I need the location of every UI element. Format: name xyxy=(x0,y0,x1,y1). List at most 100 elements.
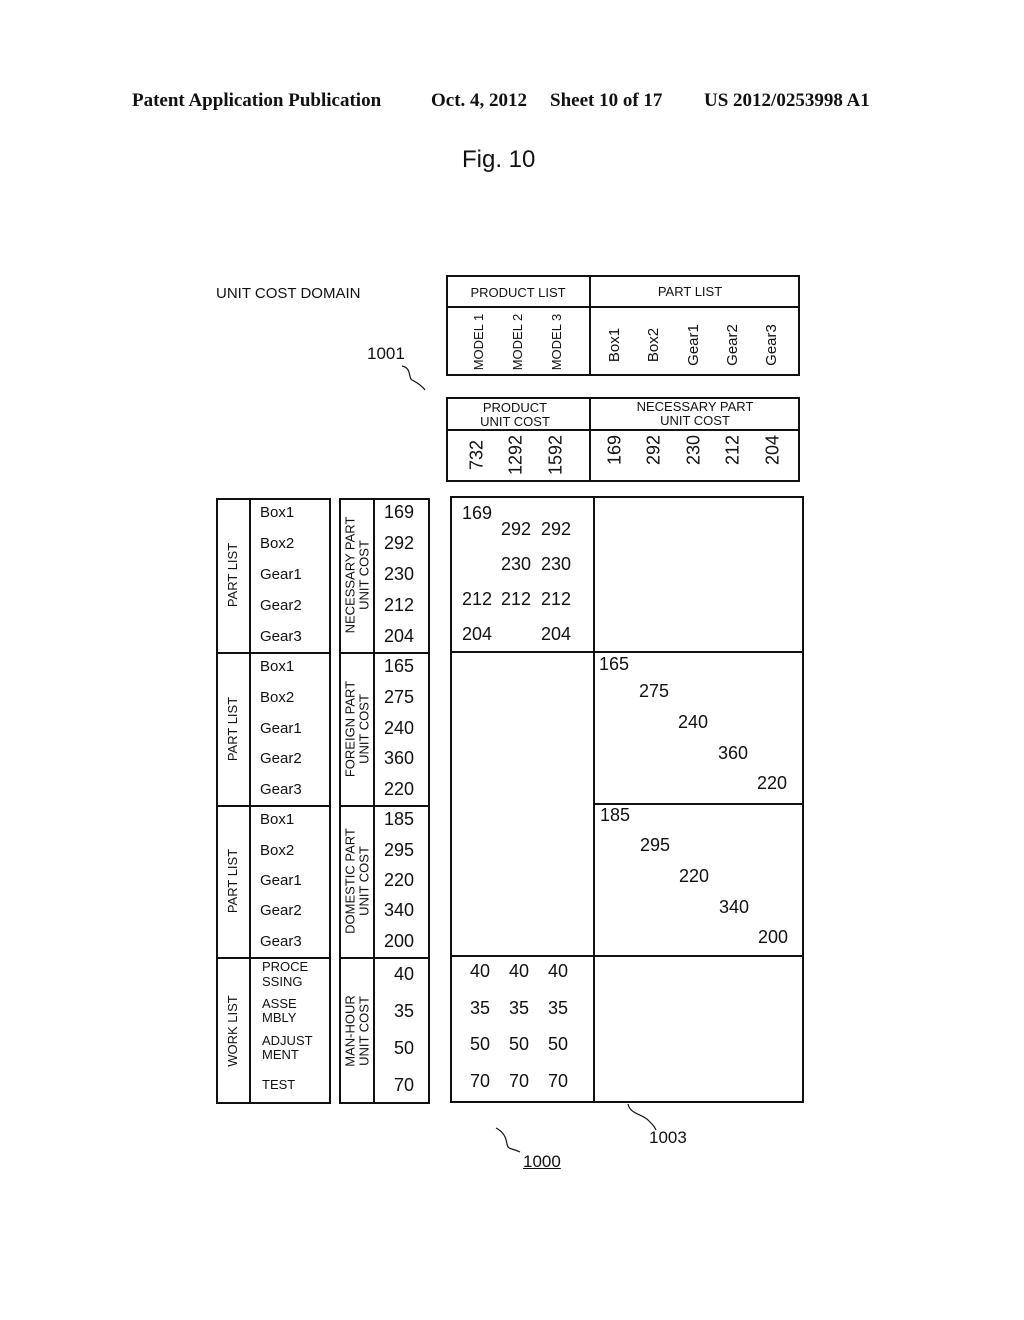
matrix-value: 220 xyxy=(756,773,788,793)
unit-cost-value: 340 xyxy=(383,900,414,921)
publication-date: Oct. 4, 2012 xyxy=(431,90,528,111)
list-item-line: MENT xyxy=(262,1047,299,1063)
part-name-label: Box1 xyxy=(606,327,624,363)
matrix-value: 70 xyxy=(547,1071,569,1091)
product-unit-cost-label: PRODUCT UNIT COST xyxy=(480,401,550,428)
product-unit-cost-value: 732 xyxy=(466,439,487,471)
matrix-value: 240 xyxy=(677,712,709,732)
ref-1003: 1003 xyxy=(649,1128,687,1147)
unit-cost-value: 200 xyxy=(383,930,414,951)
unit-cost-value: 292 xyxy=(383,533,414,554)
label-line: PRODUCT xyxy=(482,400,548,415)
divider xyxy=(446,306,800,308)
matrix-value: 35 xyxy=(469,998,491,1018)
list-item: Gear1 xyxy=(260,872,302,889)
list-item: Gear2 xyxy=(260,902,302,920)
list-item: PROCE SSING xyxy=(262,960,308,989)
list-item: Gear3 xyxy=(260,627,302,645)
part-name-label: Gear3 xyxy=(763,324,781,366)
list-item-line: ASSE xyxy=(262,996,297,1012)
divider xyxy=(373,498,375,1104)
list-item: ASSE MBLY xyxy=(262,996,297,1026)
unit-cost-value: 275 xyxy=(383,686,414,707)
product-list-label: PRODUCT LIST xyxy=(470,285,566,300)
matrix-value: 50 xyxy=(547,1034,569,1054)
divider xyxy=(249,498,251,1104)
unit-cost-value: 50 xyxy=(393,1037,414,1058)
label-line: UNIT COST xyxy=(356,846,371,916)
part-unit-cost-value: 169 xyxy=(604,434,625,466)
unit-cost-value: 360 xyxy=(383,748,414,769)
divider xyxy=(446,429,800,431)
unit-cost-value: 169 xyxy=(383,502,414,523)
matrix-value: 40 xyxy=(547,961,569,981)
necessary-part-unit-cost-label: NECESSARY PART UNIT COST xyxy=(637,400,754,427)
list-item: Gear2 xyxy=(260,596,302,614)
list-group-label: PART LIST xyxy=(225,542,241,608)
part-unit-cost-value: 212 xyxy=(722,434,743,466)
list-item-line: SSING xyxy=(262,973,303,989)
part-unit-cost-value: 204 xyxy=(762,434,783,466)
unit-cost-value: 165 xyxy=(383,656,414,677)
product-model-label: MODEL 1 xyxy=(471,313,487,371)
divider xyxy=(339,957,430,959)
figure-title: Fig. 10 xyxy=(462,146,536,173)
matrix-value: 204 xyxy=(540,624,572,644)
matrix-value: 169 xyxy=(461,503,493,523)
list-item: Gear1 xyxy=(260,719,302,737)
matrix-value: 292 xyxy=(540,519,572,539)
matrix-value: 212 xyxy=(500,589,532,609)
list-item: Box1 xyxy=(260,811,295,829)
matrix-value: 360 xyxy=(717,743,749,763)
matrix-value: 70 xyxy=(469,1071,491,1091)
product-unit-cost-value: 1592 xyxy=(545,434,566,476)
label-line: NECESSARY PART xyxy=(342,516,358,634)
list-item: Gear2 xyxy=(260,750,302,768)
matrix-value: 295 xyxy=(639,835,671,855)
label-line: UNIT COST xyxy=(356,995,371,1066)
divider xyxy=(450,651,804,653)
matrix-value: 204 xyxy=(461,624,493,644)
divider xyxy=(216,805,331,807)
list-item: Box2 xyxy=(260,688,295,706)
matrix-value: 230 xyxy=(540,554,572,574)
part-name-label: Box2 xyxy=(645,327,663,363)
matrix-value: 50 xyxy=(469,1034,491,1054)
list-item: Gear1 xyxy=(260,566,302,583)
label-line: UNIT COST xyxy=(480,413,550,429)
matrix-value: 212 xyxy=(540,589,572,609)
matrix-value: 220 xyxy=(678,866,710,886)
list-group-label: PART LIST xyxy=(225,848,241,914)
label-line: UNIT COST xyxy=(660,412,730,428)
matrix-value: 40 xyxy=(469,961,491,981)
leader-line-1001 xyxy=(401,365,426,391)
ref-1001: 1001 xyxy=(367,344,405,363)
list-item-line: PROCE xyxy=(262,959,309,975)
matrix-value: 275 xyxy=(638,681,670,701)
part-name-label: Gear1 xyxy=(685,324,703,366)
matrix-value: 70 xyxy=(508,1071,530,1091)
cost-group-label: NECESSARY PART UNIT COST xyxy=(342,516,371,634)
list-item-line: TEST xyxy=(262,1076,296,1092)
list-item: TEST xyxy=(262,1076,296,1092)
part-unit-cost-value: 230 xyxy=(683,434,704,466)
product-model-label: MODEL 3 xyxy=(549,313,565,371)
matrix-value: 230 xyxy=(500,554,532,574)
matrix-value: 35 xyxy=(508,998,530,1018)
label-line: MAN-HOUR xyxy=(342,994,358,1067)
sheet-number: Sheet 10 of 17 xyxy=(550,90,663,111)
list-group-label: PART LIST xyxy=(225,696,241,761)
divider xyxy=(339,805,430,807)
label-line: DOMESTIC PART xyxy=(342,828,358,934)
unit-cost-value: 185 xyxy=(383,809,414,830)
unit-cost-value: 295 xyxy=(383,839,414,860)
divider xyxy=(589,397,591,482)
unit-cost-value: 240 xyxy=(383,717,414,738)
label-line: NECESSARY PART xyxy=(636,399,754,414)
leader-line-1000 xyxy=(495,1127,521,1153)
list-item: Box2 xyxy=(260,535,295,553)
list-item: Gear3 xyxy=(260,780,302,798)
cost-group-label: DOMESTIC PART UNIT COST xyxy=(342,828,371,934)
label-line: UNIT COST xyxy=(356,540,371,610)
matrix-value: 185 xyxy=(599,805,631,825)
